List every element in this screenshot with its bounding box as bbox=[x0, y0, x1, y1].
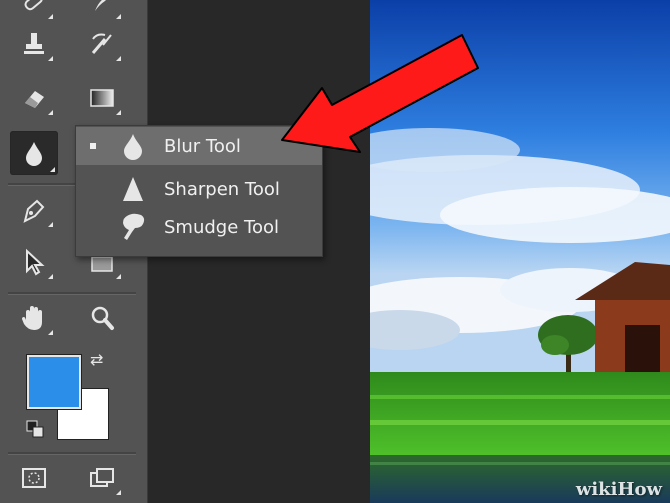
default-colors-icon[interactable] bbox=[26, 420, 46, 444]
water-drop-icon bbox=[26, 142, 42, 166]
pen-tool[interactable] bbox=[12, 190, 56, 230]
flyout-item-label: Sharpen Tool bbox=[164, 178, 280, 200]
zoom-tool[interactable] bbox=[80, 298, 124, 338]
gradient-icon bbox=[90, 89, 114, 107]
triangle-icon bbox=[118, 174, 148, 204]
foreground-color-swatch[interactable] bbox=[26, 354, 82, 410]
spot-healing-tool[interactable] bbox=[12, 0, 56, 22]
landscape-photo bbox=[370, 0, 670, 503]
magnifier-icon bbox=[91, 306, 114, 330]
blur-tool-button[interactable] bbox=[10, 131, 58, 175]
hand-tool[interactable] bbox=[12, 298, 56, 338]
selected-bullet-icon bbox=[90, 143, 96, 149]
hand-icon bbox=[22, 306, 42, 330]
water-drop-icon bbox=[118, 131, 148, 161]
flyout-item-label: Smudge Tool bbox=[164, 216, 279, 238]
eraser-icon bbox=[25, 91, 44, 108]
stamp-icon bbox=[24, 33, 44, 54]
clone-stamp-tool[interactable] bbox=[12, 24, 56, 64]
flyout-item-smudge-tool[interactable]: Smudge Tool bbox=[76, 208, 322, 246]
blur-tool-flyout-menu: Blur Tool Sharpen Tool Smudge Tool bbox=[75, 125, 323, 257]
quick-mask-button[interactable] bbox=[12, 458, 56, 498]
quick-mask-icon bbox=[22, 468, 46, 488]
gradient-tool[interactable] bbox=[80, 78, 124, 118]
bandage-icon bbox=[24, 0, 43, 11]
tool-separator bbox=[8, 292, 136, 295]
screen-mode-button[interactable] bbox=[80, 458, 124, 498]
finger-icon bbox=[118, 212, 148, 242]
watermark: wikiHow bbox=[575, 479, 662, 500]
pen-nib-icon bbox=[23, 199, 45, 223]
history-brush-tool[interactable] bbox=[80, 24, 124, 64]
flyout-item-sharpen-tool[interactable]: Sharpen Tool bbox=[76, 170, 322, 208]
screen-mode-icon bbox=[90, 468, 114, 487]
path-selection-tool[interactable] bbox=[12, 242, 56, 282]
swap-colors-icon[interactable]: ⇄ bbox=[90, 350, 103, 369]
brush-tool[interactable] bbox=[80, 0, 124, 22]
eraser-tool[interactable] bbox=[12, 78, 56, 118]
tool-separator bbox=[8, 452, 136, 455]
document-canvas[interactable]: wikiHow bbox=[370, 0, 670, 503]
arrow-cursor-icon bbox=[26, 248, 45, 276]
brush-icon bbox=[95, 0, 106, 11]
flyout-item-label: Blur Tool bbox=[164, 135, 241, 157]
flyout-item-blur-tool[interactable]: Blur Tool bbox=[76, 127, 322, 165]
history-brush-icon bbox=[91, 33, 112, 54]
